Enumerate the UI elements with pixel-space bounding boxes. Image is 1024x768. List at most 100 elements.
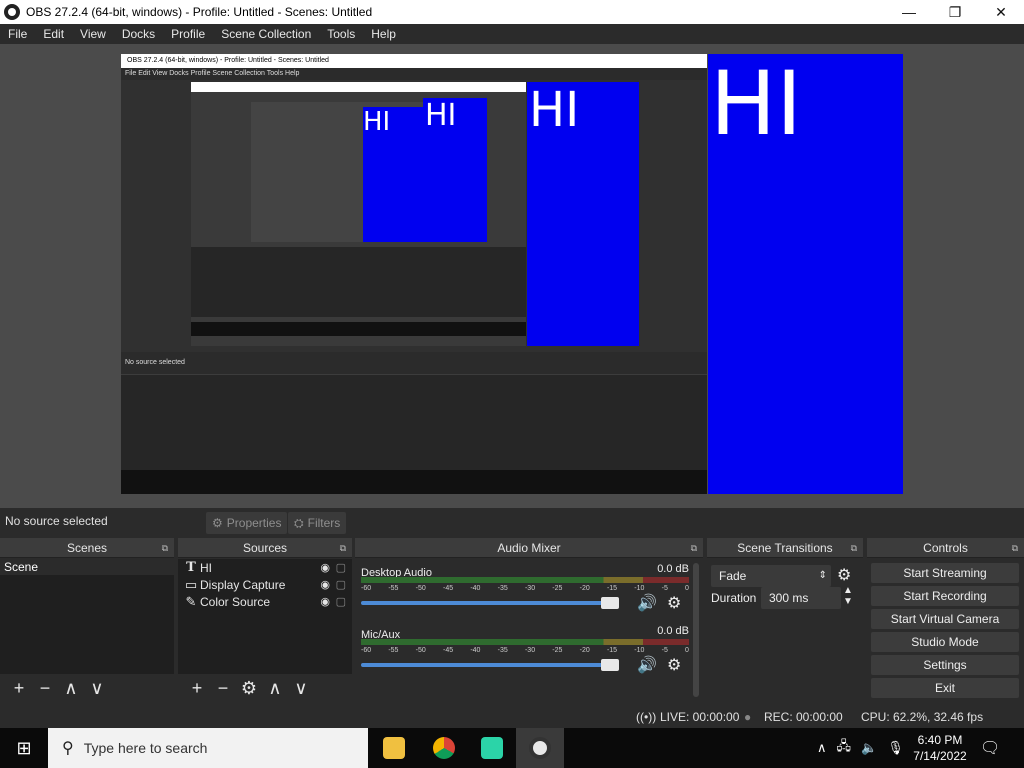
clock-time: 6:40 PM [917, 733, 963, 747]
speaker-icon[interactable]: 🔊 [637, 593, 657, 613]
taskbar-search[interactable]: ⚲ Type here to search [48, 728, 368, 768]
start-virtual-camera-button[interactable]: Start Virtual Camera [871, 609, 1019, 629]
settings-button[interactable]: Settings [871, 655, 1019, 675]
channel-db: 0.0 dB [657, 563, 689, 575]
float-dock-icon[interactable]: ⧉ [340, 538, 346, 558]
file-explorer-taskbar-button[interactable] [370, 728, 418, 768]
scenes-toolbar: + − ∧ ∨ [0, 674, 174, 702]
duration-stepper-icon[interactable]: ▲ ▼ [843, 585, 853, 607]
volume-meter [361, 639, 689, 645]
lock-icon[interactable]: ▢ [336, 595, 346, 608]
notification-icon[interactable]: 🗨 [980, 738, 1000, 758]
exit-button[interactable]: Exit [871, 678, 1019, 698]
speaker-icon[interactable]: 🔊 [637, 655, 657, 675]
app-taskbar-button[interactable] [468, 728, 516, 768]
move-up-icon[interactable]: ∧ [262, 678, 288, 699]
cpu-stats: CPU: 62.2%, 32.46 fps [861, 710, 984, 724]
slider-handle[interactable] [601, 659, 620, 671]
scenes-header: Scenes ⧉ [0, 538, 174, 558]
menu-bar: File Edit View Docks Profile Scene Colle… [0, 24, 1024, 44]
float-dock-icon[interactable]: ⧉ [1012, 538, 1018, 558]
source-properties-icon[interactable]: ⚙ [236, 678, 262, 699]
maximize-button[interactable]: ❐ [932, 0, 978, 24]
taskbar-clock[interactable]: 6:40 PM 7/14/2022 [910, 732, 970, 764]
menu-scene-collection[interactable]: Scene Collection [213, 27, 319, 41]
transitions-title: Scene Transitions [737, 541, 833, 555]
window-title: OBS 27.2.4 (64-bit, windows) - Profile: … [26, 5, 373, 19]
float-dock-icon[interactable]: ⧉ [691, 538, 697, 558]
minimize-button[interactable]: — [886, 0, 932, 24]
scene-item[interactable]: Scene [0, 559, 174, 575]
menu-view[interactable]: View [72, 27, 114, 41]
duration-input[interactable]: 300 ms [761, 587, 841, 609]
start-streaming-button[interactable]: Start Streaming [871, 563, 1019, 583]
close-button[interactable]: ✕ [978, 0, 1024, 24]
transition-value: Fade [719, 569, 747, 583]
nested-menu: File Edit View Docks Profile Scene Colle… [121, 68, 707, 80]
chrome-taskbar-button[interactable] [420, 728, 468, 768]
source-item-display-capture[interactable]: ▭ Display Capture ◉ ▢ [178, 576, 352, 593]
volume-icon[interactable]: 🔈 [861, 740, 877, 756]
mixer-body: Desktop Audio 0.0 dB -60 -55 -50 -45 -40 -35-… [355, 559, 703, 702]
duration-label: Duration [711, 591, 757, 605]
gear-icon[interactable]: ⚙ [667, 655, 681, 675]
remove-scene-icon[interactable]: − [32, 678, 58, 699]
menu-edit[interactable]: Edit [35, 27, 72, 41]
menu-docks[interactable]: Docks [114, 27, 163, 41]
mixer-channel-mic: Mic/Aux 0.0 dB -60 -55 -50 -45 -40 -35 -30 -25-… [361, 625, 689, 683]
windows-start-button[interactable]: ⊞ [0, 728, 48, 768]
lock-icon[interactable]: ▢ [336, 561, 346, 574]
transition-settings-gear-icon[interactable]: ⚙ [837, 565, 851, 585]
transition-select[interactable]: Fade ⇕ [711, 565, 831, 587]
gear-icon[interactable]: ⚙ [667, 593, 681, 613]
menu-file[interactable]: File [0, 27, 35, 41]
move-down-icon[interactable]: ∨ [84, 678, 110, 699]
lock-icon[interactable]: ▢ [336, 578, 346, 591]
sources-toolbar: + − ⚙ ∧ ∨ [178, 674, 352, 702]
system-tray: ∧ 🖧 🔈 🎙 [812, 728, 909, 768]
add-scene-icon[interactable]: + [6, 678, 32, 699]
transitions-header: Scene Transitions ⧉ [707, 538, 863, 558]
eye-icon[interactable]: ◉ [320, 578, 330, 591]
float-dock-icon[interactable]: ⧉ [851, 538, 857, 558]
search-icon: ⚲ [62, 740, 74, 757]
mixer-scrollbar[interactable] [693, 563, 699, 697]
studio-mode-button[interactable]: Studio Mode [871, 632, 1019, 652]
scene-transitions-dock: Scene Transitions ⧉ Fade ⇕ ⚙ Duration 30… [707, 538, 863, 702]
nested-taskbar [121, 470, 707, 494]
menu-profile[interactable]: Profile [163, 27, 213, 41]
filters-button[interactable]: ⛭ Filters [288, 512, 347, 534]
channel-db: 0.0 dB [657, 625, 689, 637]
gear-icon: ⚙ [212, 516, 223, 530]
add-source-icon[interactable]: + [184, 678, 210, 699]
brush-icon: ✎ [185, 593, 197, 609]
clock-date: 7/14/2022 [913, 749, 967, 763]
properties-button[interactable]: ⚙ Properties [206, 512, 288, 534]
menu-help[interactable]: Help [363, 27, 404, 41]
obs-taskbar-button[interactable] [516, 728, 564, 768]
audio-mixer-title: Audio Mixer [497, 541, 561, 555]
text-icon: T [186, 560, 196, 575]
remove-source-icon[interactable]: − [210, 678, 236, 699]
move-up-icon[interactable]: ∧ [58, 678, 84, 699]
source-item-color-source[interactable]: ✎ Color Source ◉ ▢ [178, 593, 352, 610]
chevron-up-icon[interactable]: ∧ [817, 740, 827, 756]
volume-slider[interactable] [361, 659, 620, 671]
preview-canvas[interactable]: OBS 27.2.4 (64-bit, windows) - Profile: … [0, 44, 1024, 508]
start-recording-button[interactable]: Start Recording [871, 586, 1019, 606]
source-item-hi[interactable]: T HI ◉ ▢ [178, 559, 352, 576]
eye-icon[interactable]: ◉ [320, 595, 330, 608]
nested-hi-1: HI [527, 82, 639, 346]
menu-tools[interactable]: Tools [319, 27, 363, 41]
microphone-icon[interactable]: 🎙 [887, 740, 904, 756]
eye-icon[interactable]: ◉ [320, 561, 330, 574]
nested-taskbar-2 [191, 322, 526, 336]
network-icon[interactable]: 🖧 [837, 737, 852, 759]
slider-handle[interactable] [601, 597, 620, 609]
scenes-title: Scenes [66, 541, 108, 555]
volume-slider[interactable] [361, 597, 620, 609]
select-arrows-icon: ⇕ [818, 570, 827, 581]
float-dock-icon[interactable]: ⧉ [162, 538, 168, 558]
rec-time: REC: 00:00:00 [764, 710, 843, 724]
move-down-icon[interactable]: ∨ [288, 678, 314, 699]
